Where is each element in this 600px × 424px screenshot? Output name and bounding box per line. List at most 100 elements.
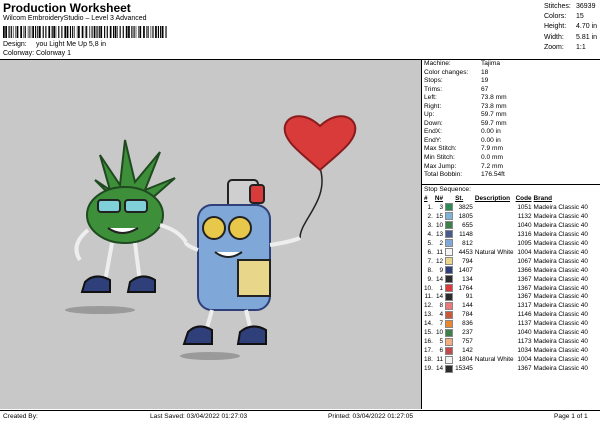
row-code: 1367	[517, 293, 532, 301]
stat-color-changes: Color changes: 18	[424, 68, 489, 76]
row-needle: 3	[439, 203, 444, 211]
row-description	[475, 203, 516, 212]
row-swatch	[445, 257, 455, 266]
color-swatch	[445, 320, 454, 329]
row-description	[475, 293, 516, 302]
stat-machine: Machine: Tajima	[424, 60, 501, 67]
color-swatch	[445, 356, 454, 365]
color-swatch	[445, 338, 454, 347]
table-row: 6. 11 4453 Natural White 1004 Madeira Classic…	[424, 248, 590, 257]
row-code: 1095	[517, 239, 532, 247]
row-swatch	[445, 239, 455, 248]
row-swatch	[445, 221, 455, 230]
row-swatch	[445, 338, 455, 347]
stop-sequence-title: Stop Sequence:	[424, 186, 471, 193]
row-needle: 7	[439, 320, 444, 328]
row-needle: 4	[439, 311, 444, 319]
row-brand: Madeira Classic 40	[533, 257, 588, 265]
row-stitches: 15345	[455, 365, 473, 373]
row-stitches: 836	[462, 320, 473, 328]
page-number: Page 1 of 1	[554, 413, 588, 420]
table-row: 17. 6 142 1034 Madeira Classic 40	[424, 347, 590, 356]
col-needle: N#	[434, 195, 444, 202]
colorway-value: Colorway 1	[36, 50, 72, 57]
table-header: # N# St. Description Code Brand	[424, 195, 590, 203]
row-stitches: 237	[462, 329, 473, 337]
row-brand: Madeira Classic 40	[533, 203, 588, 211]
row-description	[475, 239, 516, 248]
row-stitches: 144	[462, 302, 473, 310]
row-index: 15.	[424, 329, 433, 337]
row-description	[475, 257, 516, 266]
row-index: 19.	[424, 365, 433, 373]
row-code: 1004	[517, 356, 532, 364]
col-index: #	[424, 195, 428, 202]
row-stitches: 134	[462, 275, 473, 283]
row-description	[475, 221, 516, 230]
color-swatch	[445, 221, 454, 230]
stat-endy: EndY: 0.00 in	[424, 136, 501, 144]
col-brand: Brand	[533, 195, 553, 202]
row-stitches: 784	[462, 311, 473, 319]
row-brand: Madeira Classic 40	[533, 302, 588, 310]
stat-width: Width: 5.81 in	[544, 33, 598, 41]
row-stitches: 142	[462, 347, 473, 355]
row-needle: 10	[435, 329, 444, 337]
row-brand: Madeira Classic 40	[533, 311, 588, 319]
shadow-right	[180, 352, 240, 360]
row-description	[475, 212, 516, 221]
row-brand: Madeira Classic 40	[533, 266, 588, 274]
row-swatch	[445, 311, 455, 320]
row-description: Natural White	[474, 356, 514, 364]
row-swatch	[445, 212, 455, 221]
row-index: 6.	[427, 248, 433, 256]
stat-colors: Colors: 15	[544, 13, 584, 21]
row-stitches: 1148	[459, 230, 473, 238]
row-index: 3.	[427, 221, 433, 229]
stat-trims: Trims: 67	[424, 85, 489, 93]
table-row: 15. 10 237 1040 Madeira Classic 40	[424, 329, 590, 338]
row-needle: 13	[435, 230, 444, 238]
row-description	[475, 329, 516, 338]
stat-up: Up: 59.7 mm	[424, 111, 507, 119]
row-needle: 8	[439, 302, 444, 310]
row-brand: Madeira Classic 40	[533, 356, 588, 364]
colorway-label: Colorway:	[3, 50, 35, 57]
table-row: 4. 13 1148 1316 Madeira Classic 40	[424, 230, 590, 239]
row-code: 1366	[517, 266, 532, 274]
row-needle: 11	[436, 248, 444, 256]
row-brand: Madeira Classic 40	[533, 284, 588, 292]
row-index: 2.	[427, 212, 433, 220]
row-description	[475, 365, 516, 374]
row-brand: Madeira Classic 40	[533, 230, 588, 238]
color-swatch	[445, 257, 454, 266]
row-needle: 9	[439, 266, 444, 274]
row-index: 4.	[427, 230, 433, 238]
row-swatch	[445, 266, 455, 275]
row-index: 12.	[424, 302, 433, 310]
row-description	[475, 311, 516, 320]
table-row: 3. 10 655 1040 Madeira Classic 40	[424, 221, 590, 230]
row-index: 8.	[427, 266, 433, 274]
page-title: Production Worksheet	[3, 1, 131, 15]
row-needle: 11	[436, 356, 444, 364]
col-code: Code	[515, 195, 532, 202]
row-code: 1067	[517, 257, 532, 265]
row-swatch	[445, 203, 455, 212]
row-index: 18.	[424, 356, 433, 364]
stat-min-stitch: Min Stitch: 0.0 mm	[424, 154, 503, 162]
row-brand: Madeira Classic 40	[533, 275, 588, 283]
row-index: 16.	[424, 338, 433, 346]
summary-stats: Stitches: 36939 Colors: 15 Height: 4.70 in …	[544, 2, 597, 53]
row-index: 17.	[424, 347, 433, 355]
row-description	[475, 347, 516, 356]
row-brand: Madeira Classic 40	[533, 212, 588, 220]
row-description	[475, 320, 516, 329]
created-by: Created By:	[3, 413, 38, 420]
row-code: 1146	[517, 311, 532, 319]
row-needle: 6	[439, 347, 444, 355]
design-preview	[0, 60, 421, 409]
stat-max-jump: Max Jump: 7.2 mm	[424, 162, 503, 170]
row-description	[475, 284, 516, 293]
design-label: Design:	[3, 41, 27, 48]
